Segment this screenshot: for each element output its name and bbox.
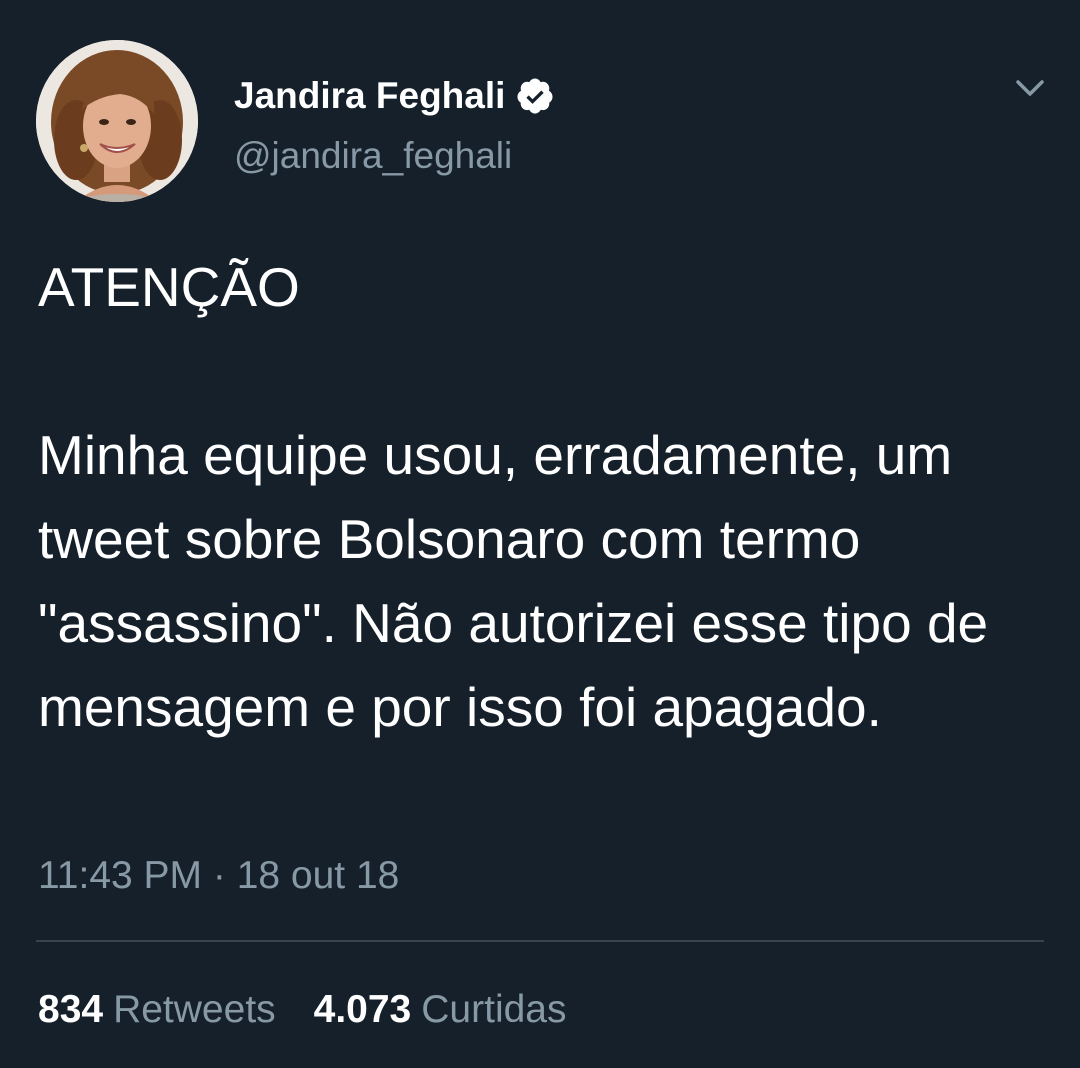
verified-badge-icon [517, 78, 553, 114]
retweets-stat[interactable]: 834 Retweets [38, 984, 276, 1036]
display-name[interactable]: Jandira Feghali [234, 70, 505, 122]
author-handle[interactable]: @jandira_feghali [234, 130, 512, 182]
tweet-card: Jandira Feghali @jandira_feghali ATENÇÃO… [0, 0, 1080, 1068]
likes-count: 4.073 [313, 988, 412, 1031]
chevron-down-icon[interactable] [1010, 68, 1050, 108]
avatar-portrait-image [36, 40, 198, 202]
likes-stat[interactable]: 4.073 Curtidas [314, 984, 567, 1036]
tweet-text: ATENÇÃO Minha equipe usou, erradamente, … [38, 256, 989, 738]
author-name-row[interactable]: Jandira Feghali [234, 70, 555, 122]
likes-label: Curtidas [421, 988, 567, 1031]
retweets-count: 834 [38, 988, 104, 1031]
tweet-timestamp[interactable]: 11:43 PM · 18 out 18 [38, 850, 399, 902]
avatar[interactable] [36, 40, 198, 202]
tweet-stats: 834 Retweets 4.073 Curtidas [38, 984, 567, 1036]
divider [36, 940, 1044, 942]
retweets-label: Retweets [113, 988, 276, 1031]
